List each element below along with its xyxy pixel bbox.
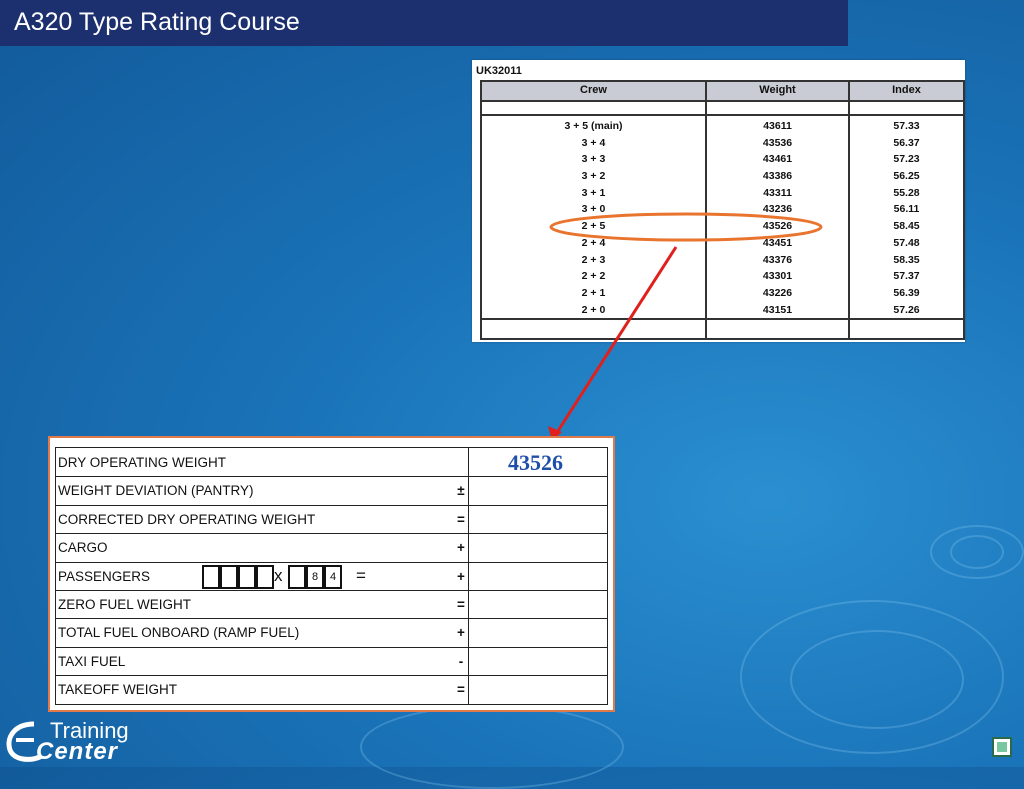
passenger-weight-box: 4 (324, 564, 342, 589)
weight-form-table: DRY OPERATING WEIGHT WEIGHT DEVIATION (PA… (55, 447, 608, 705)
square-icon[interactable] (992, 737, 1012, 757)
multiply-sign: x (274, 565, 283, 585)
passenger-weight-box (288, 564, 306, 589)
form-row: CARGO + (56, 533, 607, 563)
form-row-label: ZERO FUEL WEIGHT (58, 597, 192, 612)
form-row: CORRECTED DRY OPERATING WEIGHT = (56, 505, 607, 535)
passenger-count-box[interactable] (256, 564, 274, 589)
passenger-weight-box: 8 (306, 564, 324, 589)
form-value-field[interactable] (469, 647, 607, 675)
form-row-sign: = (457, 682, 465, 698)
equals-sign: = (356, 565, 366, 585)
form-value-field[interactable] (469, 476, 607, 504)
form-row-sign: + (457, 568, 465, 584)
highlight-ellipse-table (549, 212, 823, 242)
form-row-label: DRY OPERATING WEIGHT (58, 455, 227, 470)
form-row-label: TAKEOFF WEIGHT (58, 682, 177, 698)
passenger-count-box[interactable] (238, 564, 256, 589)
training-center-logo: Training Center (4, 716, 134, 765)
form-row: TOTAL FUEL ONBOARD (RAMP FUEL) + (56, 618, 607, 648)
form-value-field[interactable] (469, 505, 607, 533)
form-value-field[interactable] (469, 675, 607, 703)
form-row-label: CARGO (58, 540, 108, 556)
form-row-label: TOTAL FUEL ONBOARD (RAMP FUEL) (58, 625, 300, 641)
form-row: TAKEOFF WEIGHT = (56, 675, 607, 703)
form-row-sign: - (458, 653, 464, 669)
form-row-sign: + (457, 540, 465, 556)
dry-operating-weight-value: 43526 (508, 450, 563, 475)
form-row-sign: = (457, 597, 465, 612)
weight-form-card: DRY OPERATING WEIGHT WEIGHT DEVIATION (PA… (48, 436, 615, 712)
form-row-sign: + (457, 625, 465, 641)
form-row-label: PASSENGERS (58, 568, 151, 584)
passenger-count-box[interactable] (202, 564, 220, 589)
arrow-line (554, 246, 678, 435)
passenger-count-box[interactable] (220, 564, 238, 589)
form-row-sign: ± (457, 483, 465, 499)
form-row-label: TAXI FUEL (58, 653, 126, 669)
form-row: ZERO FUEL WEIGHT = (56, 590, 607, 620)
form-value-field[interactable] (469, 533, 607, 561)
form-row-label: CORRECTED DRY OPERATING WEIGHT (58, 511, 316, 527)
form-row-sign: = (457, 511, 465, 527)
logo-line2: Center (36, 738, 119, 765)
form-value-field[interactable] (469, 618, 607, 646)
form-value-field[interactable] (469, 562, 607, 590)
form-row: WEIGHT DEVIATION (PANTRY) ± (56, 476, 607, 506)
form-row: PASSENGERS + x 8 4 = (56, 562, 607, 591)
form-row-label: WEIGHT DEVIATION (PANTRY) (58, 483, 254, 499)
form-value-field[interactable] (469, 590, 607, 618)
form-row: TAXI FUEL - (56, 647, 607, 677)
